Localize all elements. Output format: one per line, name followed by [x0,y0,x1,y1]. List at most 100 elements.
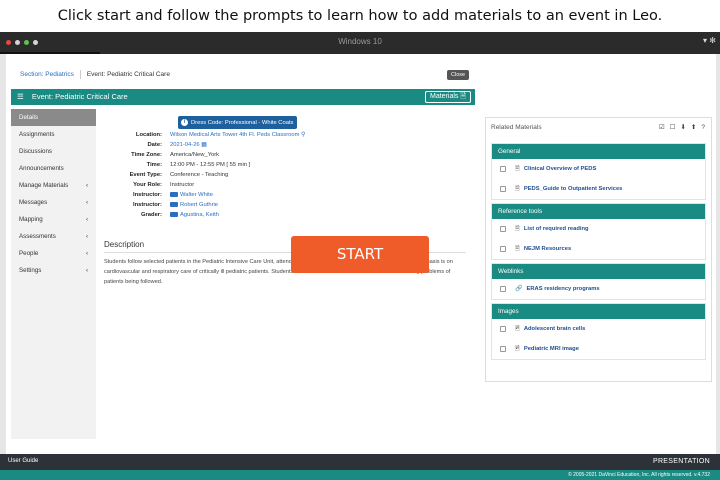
dress-code-badge: i Dress Code: Professional - White Coats [178,116,298,129]
detail-key: Location: [135,132,162,138]
sidebar-item-announcements[interactable]: Announcements [11,160,96,177]
sidebar-item-label: Assessments [19,233,56,240]
breadcrumb-section-link[interactable]: Section: Pediatrics [20,71,74,78]
sidebar-item-label: Discussions [19,148,53,155]
material-checkbox[interactable] [500,246,506,252]
breadcrumb: Section: Pediatrics Event: Pediatric Cri… [20,70,170,79]
info-icon: i [181,119,188,126]
dress-code-text: Dress Code: Professional - White Coats [191,119,294,126]
material-checkbox[interactable] [500,226,506,232]
sidebar-nav: Details Assignments Discussions Announcemen… [11,109,96,439]
instruction-banner: Click start and follow the prompts to le… [0,0,720,32]
material-link[interactable]: ERAS residency programs [526,279,599,299]
related-materials-panel: Related Materials ☑ ☐ ⬇ ⬆? General 🗎 Clinical… [485,117,712,382]
sidebar-item-mapping[interactable]: Mapping ‹ [11,211,96,228]
window-title: Windows 10 [338,37,382,46]
sidebar-item-details[interactable]: Details [11,109,96,126]
deselect-icon[interactable]: ☐ [670,118,676,138]
related-toolbar: ☑ ☐ ⬇ ⬆? [659,118,705,138]
detail-key: Date: [147,142,163,148]
material-checkbox[interactable] [500,166,506,172]
related-section-images: Images 🖻 Adolescent brain cells 🖻 Pediatric … [491,303,706,360]
detail-key: Time Zone: [131,152,162,158]
related-section-reference-tools: Reference tools 🗎 List of required reading… [491,203,706,260]
grader-link[interactable]: Agustina, Keith [170,210,219,220]
sidebar-item-people[interactable]: People ‹ [11,245,96,262]
material-checkbox[interactable] [500,286,506,292]
sidebar-item-manage-materials[interactable]: Manage Materials ‹ [11,177,96,194]
help-icon[interactable]: ? [701,118,705,138]
location-link[interactable]: Wilson Medical Arts Tower 4th Fl. Peds C… [170,130,305,140]
detail-date: Date: 2021-04-26 ▦ [104,140,305,150]
sidebar-item-discussions[interactable]: Discussions [11,143,96,160]
detail-grader: Grader: Agustina, Keith [104,210,305,220]
download-icon[interactable]: ⬇ [680,118,685,138]
material-item[interactable]: 🖻 Pediatric MRI image [492,339,705,359]
user-guide-link[interactable]: User Guide [8,454,38,468]
related-section-general: General 🗎 Clinical Overview of PEDS 🗎 PEDS_G… [491,143,706,200]
sidebar-item-label: Assignments [19,131,55,138]
material-item[interactable]: 🗎 PEDS_Guide to Outpatient Services [492,179,705,199]
upload-icon[interactable]: ⬆ [691,118,696,138]
material-item[interactable]: 🗎 Clinical Overview of PEDS [492,159,705,179]
detail-event-type: Event Type: Conference - Teaching [104,170,305,180]
instructor-link[interactable]: Robert Guthrie [170,200,218,210]
file-icon: 🗎 [515,246,520,252]
material-item[interactable]: 🖻 Adolescent brain cells [492,319,705,339]
material-link[interactable]: PEDS_Guide to Outpatient Services [524,179,623,199]
material-checkbox[interactable] [500,326,506,332]
map-marker-icon: ⚲ [301,132,306,138]
detail-value: Instructor [170,182,195,188]
hamburger-menu-icon[interactable]: ☰ [17,92,24,101]
start-button[interactable]: START [291,236,429,273]
detail-key: Event Type: [129,172,162,178]
sidebar-item-label: Details [19,114,38,121]
sidebar-item-label: Messages [19,199,48,206]
sidebar-item-label: Settings [19,267,42,274]
material-link[interactable]: List of required reading [524,219,589,239]
material-link[interactable]: NEJM Resources [524,239,571,259]
file-icon: 🗎 [515,186,520,192]
person-card-icon [170,201,178,207]
sidebar-item-assessments[interactable]: Assessments ‹ [11,228,96,245]
material-item[interactable]: 🗎 List of required reading [492,219,705,239]
person-card-icon [170,211,178,217]
date-link[interactable]: 2021-04-26 ▦ [170,140,207,150]
copyright-footer: © 2005-2021 DaVinci Education, Inc. All … [0,470,720,480]
material-checkbox[interactable] [500,346,506,352]
chevron-left-icon: ‹ [85,182,88,189]
chevron-left-icon: ‹ [85,250,88,257]
material-link[interactable]: Pediatric MRI image [524,339,579,359]
sidebar-item-label: People [19,250,39,257]
detail-time: Time: 12:00 PM - 12:55 PM [ 55 min ] [104,160,305,170]
chevron-left-icon: ‹ [85,233,88,240]
material-link[interactable]: Adolescent brain cells [524,319,586,339]
sidebar-item-assignments[interactable]: Assignments [11,126,96,143]
detail-key: Time: [146,162,162,168]
event-title: Event: Pediatric Critical Care [31,92,128,101]
chevron-left-icon: ‹ [85,199,88,206]
event-header-bar: ☰ Event: Pediatric Critical Care Materia… [11,89,475,105]
document-icon: 🗎 [460,93,466,100]
material-item[interactable]: 🗎 NEJM Resources [492,239,705,259]
detail-key: Instructor: [133,192,162,198]
related-section-heading: Weblinks [492,264,705,279]
breadcrumb-divider [79,70,81,79]
window-menu-icon[interactable]: ▾ ✻ [703,36,716,45]
close-button[interactable]: Close [447,70,470,80]
instructor-link[interactable]: Walter White [170,190,213,200]
select-all-icon[interactable]: ☑ [659,118,665,138]
material-link[interactable]: Clinical Overview of PEDS [524,159,597,179]
materials-button[interactable]: Materials 🗎 [425,91,471,103]
sidebar-item-label: Announcements [19,165,64,172]
material-checkbox[interactable] [500,186,506,192]
breadcrumb-current: Event: Pediatric Critical Care [86,71,170,78]
sidebar-item-settings[interactable]: Settings ‹ [11,262,96,279]
detail-value: America/New_York [170,152,220,158]
presentation-label[interactable]: PRESENTATION [653,454,710,470]
link-icon: 🔗 [515,286,523,292]
file-icon: 🗎 [515,226,520,232]
sidebar-item-messages[interactable]: Messages ‹ [11,194,96,211]
related-materials-header: Related Materials ☑ ☐ ⬇ ⬆? [486,118,711,138]
material-item[interactable]: 🔗 ERAS residency programs [492,279,705,299]
